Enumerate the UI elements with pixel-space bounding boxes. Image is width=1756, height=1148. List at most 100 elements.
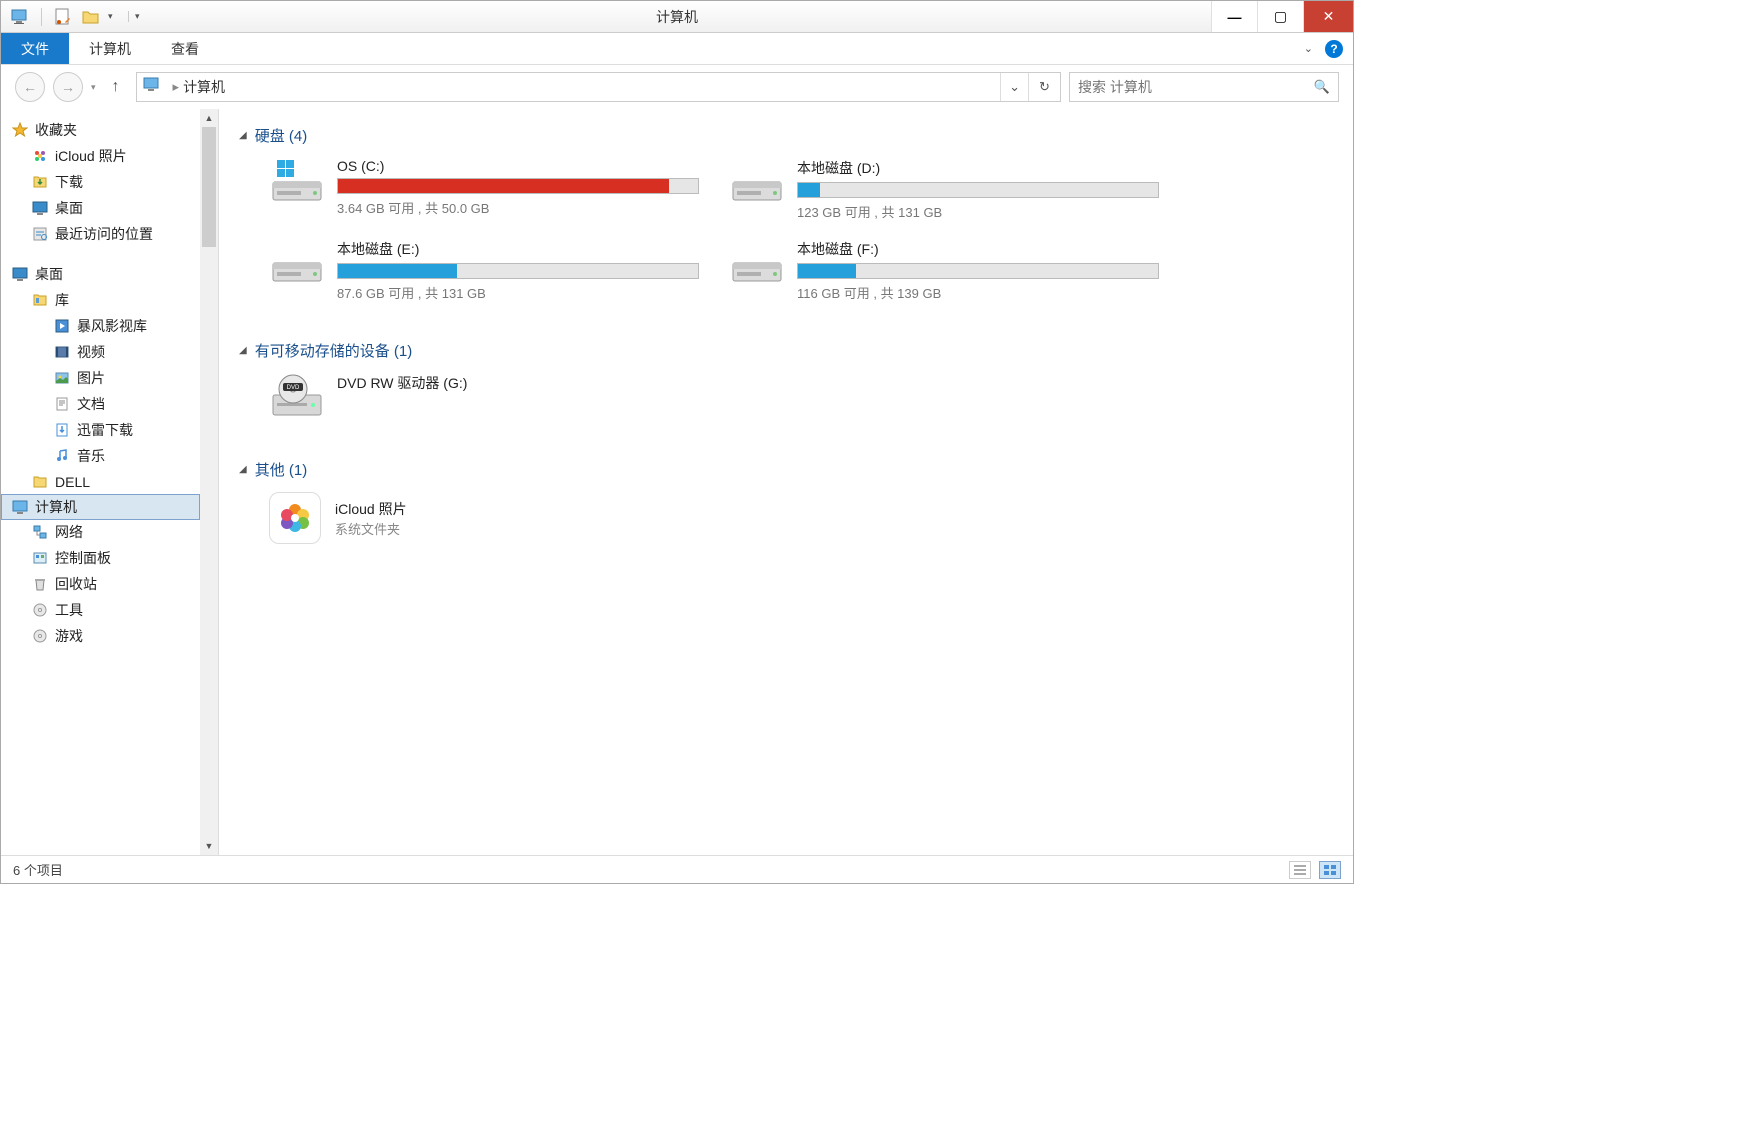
group-header-other[interactable]: ◢ 其他 (1) (239, 459, 1333, 480)
sidebar-item-music[interactable]: 音乐 (1, 443, 218, 469)
hard-drive-icon (269, 239, 325, 287)
drive-item[interactable]: 本地磁盘 (D:) 123 GB 可用 , 共 131 GB (729, 158, 1159, 221)
view-details-button[interactable] (1289, 861, 1311, 879)
removable-grid: DVD DVD RW 驱动器 (G:) (269, 373, 1333, 439)
search-input[interactable] (1078, 79, 1314, 95)
main-panel: ◢ 硬盘 (4) OS (C:) 3.64 GB 可用 , 共 50.0 GB … (219, 109, 1353, 855)
documents-icon (53, 395, 71, 413)
title-bar: ▾ ▾ 计算机 — ▢ ✕ (1, 1, 1353, 33)
scroll-thumb[interactable] (202, 127, 216, 247)
status-bar: 6 个项目 (1, 855, 1353, 883)
group-header-removable[interactable]: ◢ 有可移动存储的设备 (1) (239, 340, 1333, 361)
drive-usage-bar (337, 263, 699, 279)
hard-drive-icon (729, 158, 785, 206)
ribbon-expand-icon[interactable]: ⌄ (1304, 42, 1313, 55)
recent-icon (31, 225, 49, 243)
sidebar-item-dell[interactable]: DELL (1, 469, 218, 495)
arrow-left-icon: ← (23, 79, 37, 95)
breadcrumb-location[interactable]: 计算机 (183, 77, 225, 97)
refresh-button[interactable]: ↻ (1028, 73, 1060, 101)
sidebar-item-label: 桌面 (35, 264, 63, 284)
content-area: ▲ ▼ 收藏夹 iCloud 照片 下载 桌面 最近访问的位置 桌面 (1, 109, 1353, 855)
drive-usage-bar (337, 178, 699, 194)
help-icon[interactable]: ? (1325, 40, 1343, 58)
drive-item[interactable]: OS (C:) 3.64 GB 可用 , 共 50.0 GB (269, 158, 699, 221)
breadcrumb-separator-icon: ▸ (173, 79, 180, 95)
sidebar-item-library[interactable]: 库 (1, 287, 218, 313)
qat-customize-icon[interactable]: ▾ (128, 11, 138, 22)
other-item-icloud[interactable]: iCloud 照片 系统文件夹 (269, 492, 1333, 544)
drive-item[interactable]: 本地磁盘 (E:) 87.6 GB 可用 , 共 131 GB (269, 239, 699, 302)
download-lib-icon (53, 421, 71, 439)
address-dropdown-icon[interactable]: ⌄ (1000, 73, 1028, 101)
sidebar-item-games[interactable]: 游戏 (1, 623, 218, 649)
sidebar-item-videos[interactable]: 视频 (1, 339, 218, 365)
sidebar-item-control-panel[interactable]: 控制面板 (1, 545, 218, 571)
dvd-drive-icon: DVD (269, 373, 325, 421)
sidebar-item-computer[interactable]: 计算机 (1, 494, 200, 520)
sidebar-item-label: 桌面 (55, 198, 83, 218)
other-item-sub: 系统文件夹 (335, 519, 407, 538)
close-button[interactable]: ✕ (1303, 1, 1353, 32)
sidebar-item-tools[interactable]: 工具 (1, 597, 218, 623)
sidebar-item-recent[interactable]: 最近访问的位置 (1, 221, 218, 247)
sidebar-item-network[interactable]: 网络 (1, 519, 218, 545)
drive-stats: 123 GB 可用 , 共 131 GB (797, 202, 1159, 221)
ribbon-tab-view[interactable]: 查看 (151, 33, 219, 64)
video-icon (53, 343, 71, 361)
caret-icon: ◢ (239, 345, 247, 356)
maximize-button[interactable]: ▢ (1257, 1, 1303, 32)
scroll-up-icon[interactable]: ▲ (200, 109, 218, 127)
sidebar-item-label: 计算机 (35, 497, 77, 517)
qat-dropdown-icon[interactable]: ▾ (108, 11, 118, 22)
scrollbar[interactable]: ▲ ▼ (200, 109, 218, 855)
drive-stats: 116 GB 可用 , 共 139 GB (797, 283, 1159, 302)
computer-icon (11, 498, 29, 516)
new-folder-icon[interactable] (80, 6, 102, 28)
desktop-icon (31, 199, 49, 217)
drive-item-dvd[interactable]: DVD DVD RW 驱动器 (G:) (269, 373, 699, 421)
view-tiles-button[interactable] (1319, 861, 1341, 879)
drive-name: OS (C:) (337, 158, 699, 174)
hard-drive-icon (729, 239, 785, 287)
forward-button[interactable]: → (53, 72, 83, 102)
downloads-icon (31, 173, 49, 191)
navigation-bar: ← → ▾ ↑ ▸ 计算机 ⌄ ↻ 🔍 (1, 65, 1353, 109)
properties-icon[interactable] (52, 6, 74, 28)
search-box[interactable]: 🔍 (1069, 72, 1339, 102)
drive-name: DVD RW 驱动器 (G:) (337, 373, 699, 393)
computer-icon[interactable] (9, 6, 31, 28)
sidebar-item-label: 文档 (77, 394, 105, 414)
sidebar-item-desktop-root[interactable]: 桌面 (1, 261, 218, 287)
drive-usage-bar (797, 263, 1159, 279)
navigation-pane: ▲ ▼ 收藏夹 iCloud 照片 下载 桌面 最近访问的位置 桌面 (1, 109, 219, 855)
sidebar-item-desktop[interactable]: 桌面 (1, 195, 218, 221)
group-header-label: 有可移动存储的设备 (1) (255, 340, 413, 361)
music-icon (53, 447, 71, 465)
ribbon-tab-file[interactable]: 文件 (1, 33, 69, 64)
search-icon: 🔍 (1314, 79, 1330, 95)
history-dropdown-icon[interactable]: ▾ (91, 82, 96, 93)
sidebar-item-label: 音乐 (77, 446, 105, 466)
sidebar-item-pictures[interactable]: 图片 (1, 365, 218, 391)
disc-icon (31, 627, 49, 645)
drive-item[interactable]: 本地磁盘 (F:) 116 GB 可用 , 共 139 GB (729, 239, 1159, 302)
group-header-label: 其他 (1) (255, 459, 308, 480)
sidebar-item-icloud-photos[interactable]: iCloud 照片 (1, 143, 218, 169)
group-header-drives[interactable]: ◢ 硬盘 (4) (239, 125, 1333, 146)
sidebar-item-label: 工具 (55, 600, 83, 620)
sidebar-item-baofeng[interactable]: 暴风影视库 (1, 313, 218, 339)
sidebar-item-favorites[interactable]: 收藏夹 (1, 117, 218, 143)
ribbon-tab-computer[interactable]: 计算机 (69, 33, 151, 64)
sidebar-item-downloads[interactable]: 下载 (1, 169, 218, 195)
sidebar-item-xunlei[interactable]: 迅雷下载 (1, 417, 218, 443)
sidebar-item-label: 下载 (55, 172, 83, 192)
sidebar-item-documents[interactable]: 文档 (1, 391, 218, 417)
up-button[interactable]: ↑ (104, 75, 128, 99)
address-bar[interactable]: ▸ 计算机 ⌄ ↻ (136, 72, 1061, 102)
sidebar-item-recycle[interactable]: 回收站 (1, 571, 218, 597)
status-item-count: 6 个项目 (13, 860, 63, 879)
minimize-button[interactable]: — (1211, 1, 1257, 32)
scroll-down-icon[interactable]: ▼ (200, 837, 218, 855)
back-button[interactable]: ← (15, 72, 45, 102)
